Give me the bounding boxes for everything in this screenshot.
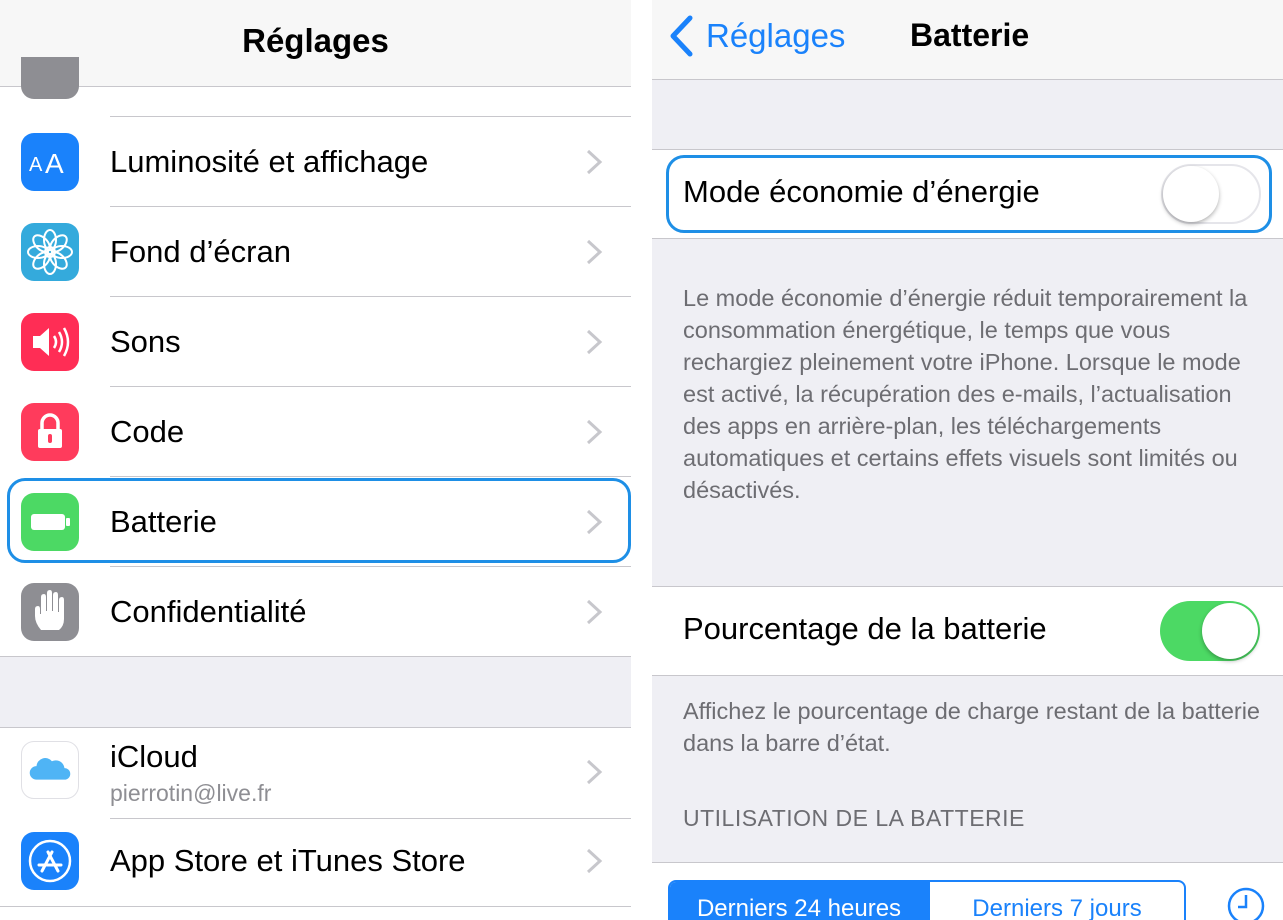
- settings-item-wallpaper[interactable]: Fond d’écran: [0, 207, 631, 297]
- chevron-right-icon: [586, 419, 603, 445]
- battery-navbar: Réglages Batterie: [652, 0, 1283, 80]
- back-button[interactable]: Réglages: [668, 14, 845, 58]
- battery-percentage-label: Pourcentage de la batterie: [683, 611, 1047, 646]
- settings-group-main: AA Luminosité et affichage Fond d’écran …: [0, 57, 631, 657]
- battery-percentage-cell: Pourcentage de la batterie: [652, 586, 1283, 676]
- settings-item-sounds[interactable]: Sons: [0, 297, 631, 387]
- brightness-aa-icon: AA: [21, 133, 79, 191]
- settings-pane: Réglages AA Luminosité et affichage Fond…: [0, 0, 631, 920]
- separator: [0, 906, 631, 907]
- page-title: Réglages: [242, 22, 389, 59]
- lock-icon: [21, 403, 79, 461]
- chevron-right-icon: [586, 759, 603, 785]
- settings-navbar: Réglages: [0, 0, 631, 87]
- toggle-knob: [1202, 603, 1258, 659]
- svg-text:A: A: [29, 154, 43, 176]
- wallpaper-flower-icon: [21, 223, 79, 281]
- svg-text:A: A: [45, 148, 64, 179]
- app-store-icon: [21, 832, 79, 890]
- partial-icon: [21, 57, 79, 99]
- settings-item-label: Luminosité et affichage: [110, 144, 429, 179]
- clock-icon[interactable]: [1226, 886, 1266, 920]
- settings-item-app-store[interactable]: App Store et iTunes Store: [0, 819, 631, 909]
- settings-item-label: iCloud: [110, 739, 198, 774]
- page-title: Batterie: [910, 17, 1030, 53]
- segment-last-7d[interactable]: Derniers 7 jours: [928, 882, 1184, 920]
- settings-group-accounts: iCloud pierrotin@live.fr App Store et iT…: [0, 728, 631, 920]
- icloud-icon: [21, 741, 79, 799]
- battery-highlight: [7, 478, 631, 563]
- settings-item-label: Code: [110, 414, 185, 449]
- settings-item-label: App Store et iTunes Store: [110, 843, 466, 878]
- chevron-right-icon: [586, 149, 603, 175]
- hand-icon: [21, 583, 79, 641]
- settings-item-privacy[interactable]: Confidentialité: [0, 567, 631, 657]
- chevron-right-icon: [586, 239, 603, 265]
- chevron-right-icon: [586, 329, 603, 355]
- separator: [0, 656, 631, 657]
- back-label: Réglages: [706, 17, 846, 54]
- low-power-description: Le mode économie d’énergie réduit tempor…: [683, 285, 1248, 503]
- chevron-right-icon: [586, 599, 603, 625]
- usage-section-header: UTILISATION DE LA BATTERIE: [683, 805, 1025, 831]
- chevron-left-icon: [670, 15, 693, 57]
- usage-segmented-control: Derniers 24 heures Derniers 7 jours: [668, 880, 1186, 920]
- battery-percentage-toggle[interactable]: [1160, 601, 1260, 661]
- battery-pane: Réglages Batterie Mode économie d’énergi…: [652, 0, 1283, 920]
- low-power-highlight: [666, 155, 1272, 233]
- settings-item-label: Sons: [110, 324, 181, 359]
- segment-last-24h[interactable]: Derniers 24 heures: [670, 882, 928, 920]
- settings-item-label: Confidentialité: [110, 594, 307, 629]
- speaker-icon: [21, 313, 79, 371]
- account-email: pierrotin@live.fr: [110, 780, 272, 806]
- battery-percentage-description: Affichez le pourcentage de charge restan…: [683, 698, 1261, 756]
- settings-item-icloud[interactable]: iCloud pierrotin@live.fr: [0, 728, 631, 824]
- settings-item-display[interactable]: AA Luminosité et affichage: [0, 117, 631, 207]
- chevron-right-icon: [586, 848, 603, 874]
- settings-item-label: Fond d’écran: [110, 234, 291, 269]
- settings-item-passcode[interactable]: Code: [0, 387, 631, 477]
